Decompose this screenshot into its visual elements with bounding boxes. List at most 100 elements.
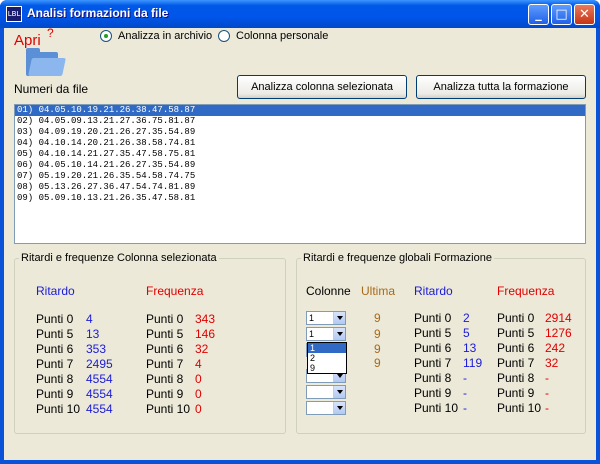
close-button[interactable]: ✕ <box>574 4 595 25</box>
ritardo-row-value: - <box>463 386 467 400</box>
ritardo-header: Ritardo <box>414 284 453 298</box>
radio-analizza-archivio[interactable]: Analizza in archivio <box>100 30 212 42</box>
ultima-value: 9 <box>374 327 381 341</box>
frequenza-row-value: - <box>545 371 549 385</box>
column-combo[interactable]: 1 <box>306 311 346 325</box>
ritardo-row-label: Punti 6 <box>414 341 452 355</box>
app-icon: LBL <box>6 6 22 22</box>
analyze-column-button[interactable]: Analizza colonna selezionata <box>237 75 407 99</box>
ritardo-row-value: 353 <box>86 342 107 356</box>
frequenza-header: Frequenza <box>497 284 555 298</box>
frequenza-row-label: Punti 10 <box>497 401 542 415</box>
frequenza-row-value: 0 <box>195 387 202 401</box>
ritardo-row-value: 13 <box>463 341 477 355</box>
frequenza-row-value: 242 <box>545 341 566 355</box>
list-item[interactable]: 03) 04.09.19.20.21.26.27.35.54.89 <box>15 127 585 138</box>
column-combo[interactable]: 1 <box>306 327 346 341</box>
window-title: Analisi formazioni da file <box>27 6 169 20</box>
column-combo[interactable] <box>306 385 346 399</box>
frequenza-row-label: Punti 8 <box>497 371 535 385</box>
frequenza-row-label: Punti 8 <box>146 372 184 386</box>
ritardo-header: Ritardo <box>36 284 75 298</box>
numbers-listbox[interactable]: 01) 04.05.10.19.21.26.38.47.58.87 02) 04… <box>14 104 586 244</box>
numbers-label: Numeri da file <box>14 82 89 96</box>
frequenza-row-value: 0 <box>195 372 202 386</box>
list-item[interactable]: 04) 04.10.14.20.21.26.38.58.74.81 <box>15 138 585 149</box>
frequenza-row-label: Punti 5 <box>497 326 535 340</box>
list-item[interactable]: 07) 05.19.20.21.26.35.54.58.74.75 <box>15 171 585 182</box>
frequenza-row-value: - <box>545 386 549 400</box>
ritardo-row-label: Punti 5 <box>36 327 74 341</box>
ritardo-row-label: Punti 10 <box>414 401 459 415</box>
chevron-down-icon[interactable] <box>333 328 345 340</box>
ritardo-row-label: Punti 9 <box>36 387 74 401</box>
frequenza-row-label: Punti 6 <box>497 341 535 355</box>
help-mark: ? <box>47 26 54 40</box>
title-bar[interactable]: LBL Analisi formazioni da file _ □ ✕ <box>0 0 600 28</box>
ritardo-row-value: 119 <box>463 356 483 370</box>
ritardo-row-label: Punti 7 <box>414 356 452 370</box>
list-item[interactable]: 01) 04.05.10.19.21.26.38.47.58.87 <box>15 105 585 116</box>
frequenza-row-label: Punti 7 <box>497 356 535 370</box>
radio-label: Analizza in archivio <box>118 30 213 42</box>
radio-dot-selected <box>100 30 112 42</box>
ritardo-row-label: Punti 5 <box>414 326 452 340</box>
client-area: Apri ? Analizza in archivio Colonna pers… <box>4 26 596 460</box>
ritardo-row-label: Punti 9 <box>414 386 452 400</box>
column-combo[interactable] <box>306 401 346 415</box>
ritardo-row-label: Punti 8 <box>414 371 452 385</box>
frequenza-row-value: 32 <box>195 342 209 356</box>
ritardo-row-value: - <box>463 371 467 385</box>
frequenza-row-label: Punti 7 <box>146 357 184 371</box>
ritardo-row-label: Punti 7 <box>36 357 74 371</box>
maximize-button[interactable]: □ <box>551 4 572 25</box>
combo-dropdown-list[interactable]: 1 2 9 <box>307 342 347 374</box>
frequenza-row-value: 2914 <box>545 311 572 325</box>
ultima-value: 9 <box>374 311 381 325</box>
chevron-down-icon[interactable] <box>333 402 345 414</box>
dropdown-option[interactable]: 2 <box>308 353 346 363</box>
frequenza-row-label: Punti 9 <box>497 386 535 400</box>
frequenza-header: Frequenza <box>146 284 204 298</box>
frequenza-row-value: 343 <box>195 312 216 326</box>
ritardo-row-value: 4554 <box>86 402 113 416</box>
list-item[interactable]: 02) 04.05.09.13.21.27.36.75.81.87 <box>15 116 585 127</box>
radio-colonna-personale[interactable]: Colonna personale <box>218 30 328 42</box>
dropdown-option[interactable]: 9 <box>308 363 346 373</box>
frequenza-row-label: Punti 5 <box>146 327 184 341</box>
ritardo-row-value: 4554 <box>86 387 113 401</box>
radio-label: Colonna personale <box>236 30 329 42</box>
ritardo-row-value: - <box>463 401 467 415</box>
list-item[interactable]: 05) 04.10.14.21.27.35.47.58.75.81 <box>15 149 585 160</box>
ritardo-row-value: 4554 <box>86 372 113 386</box>
open-label[interactable]: Apri <box>14 32 41 49</box>
group-title: Ritardi e frequenze Colonna selezionata <box>19 252 219 264</box>
ultima-value: 9 <box>374 356 381 370</box>
radio-dot <box>218 30 230 42</box>
list-item[interactable]: 08) 05.13.26.27.36.47.54.74.81.89 <box>15 182 585 193</box>
chevron-down-icon[interactable] <box>333 312 345 324</box>
ultima-header: Ultima <box>361 284 396 298</box>
frequenza-row-label: Punti 0 <box>146 312 184 326</box>
frequenza-row-value: 4 <box>195 357 202 371</box>
dropdown-option[interactable]: 1 <box>308 343 346 353</box>
frequenza-row-value: 146 <box>195 327 216 341</box>
ritardo-row-label: Punti 0 <box>36 312 74 326</box>
chevron-down-icon[interactable] <box>333 386 345 398</box>
ritardo-row-label: Punti 10 <box>36 402 81 416</box>
ritardo-row-value: 13 <box>86 327 100 341</box>
frequenza-row-value: 32 <box>545 356 559 370</box>
group-title: Ritardi e frequenze globali Formazione <box>301 252 494 264</box>
minimize-button[interactable]: _ <box>528 4 549 25</box>
ultima-value: 9 <box>374 342 381 356</box>
ritardo-row-label: Punti 6 <box>36 342 74 356</box>
colonne-header: Colonne <box>306 284 351 298</box>
analyze-all-button[interactable]: Analizza tutta la formazione <box>416 75 586 99</box>
open-folder-icon[interactable] <box>26 48 66 76</box>
list-item[interactable]: 06) 04.05.10.14.21.26.27.35.54.89 <box>15 160 585 171</box>
ritardo-row-value: 2495 <box>86 357 113 371</box>
frequenza-row-label: Punti 10 <box>146 402 191 416</box>
frequenza-row-value: 1276 <box>545 326 572 340</box>
frequenza-row-label: Punti 9 <box>146 387 184 401</box>
list-item[interactable]: 09) 05.09.10.13.21.26.35.47.58.81 <box>15 193 585 204</box>
